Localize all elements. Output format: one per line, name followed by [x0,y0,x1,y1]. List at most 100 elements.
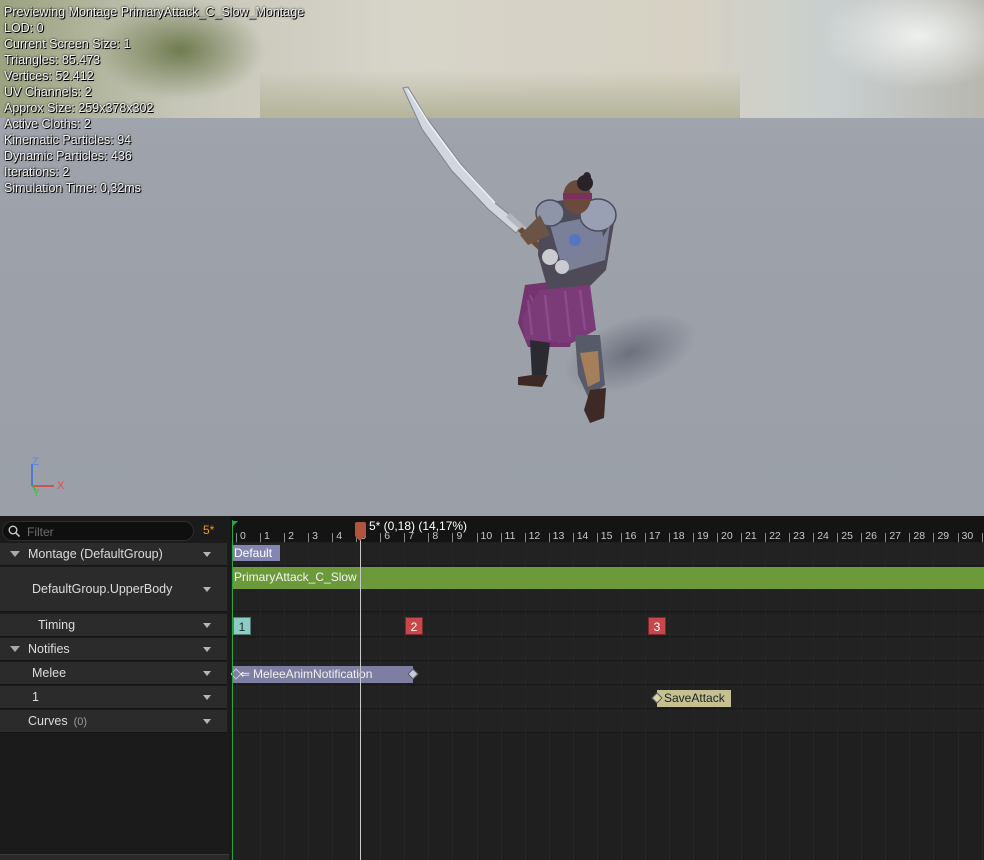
stat-kinematic-particles: Kinematic Particles: 94 [4,133,132,147]
track-label: Timing [38,618,76,632]
ruler-tick [404,533,406,542]
track-timing[interactable]: Timing [0,614,227,637]
ruler-tick [692,533,694,542]
chevron-down-icon[interactable] [203,623,211,628]
section-marker-2[interactable]: 2 [405,617,423,635]
ruler-tick-label: 0 [240,530,246,542]
ruler-tick [596,533,598,542]
stat-vertices: Vertices: 52.412 [4,69,94,83]
ruler-tick [260,533,262,542]
horizontal-scrollbar[interactable] [0,854,229,860]
warrior-character-model [402,86,617,423]
ruler-tick [741,533,743,542]
track-notify-1[interactable]: 1 [0,686,227,709]
stat-dynamic-particles: Dynamic Particles: 436 [4,149,132,163]
grid-line [548,542,550,860]
filter-input[interactable] [27,523,187,540]
ruler-tick-label: 2 [288,530,294,542]
start-range-marker[interactable] [232,521,238,527]
chevron-down-icon[interactable] [203,552,211,557]
grid-line [572,542,574,860]
ruler-tick-label: 11 [504,530,516,542]
ruler-tick-label: 25 [841,530,853,542]
notify-save-attack[interactable]: SaveAttack [651,690,731,707]
ruler-tick-label: 28 [913,530,926,542]
ruler-tick [717,533,718,542]
grid-line [981,542,983,860]
viewport-stats-overlay: Previewing Montage PrimaryAttack_C_Slow_… [4,4,304,196]
track-slot-upperbody[interactable]: DefaultGroup.UpperBody [0,567,227,612]
grid-line [332,542,334,860]
montage-sequencer: 5* Montage (DefaultGroup) DefaultGroup.U… [0,516,984,860]
time-ruler[interactable]: 0123456789101112131415161718192021222324… [231,516,984,542]
chevron-down-icon[interactable] [203,587,211,592]
stat-triangles: Triangles: 85.473 [4,53,101,67]
section-marker-3[interactable]: 3 [648,617,666,635]
distant-building [820,0,984,90]
ruler-tick-label: 24 [817,530,829,542]
track-label: Melee [32,666,67,680]
ruler-tick [524,533,526,542]
anim-segment[interactable]: PrimaryAttack_C_Slow [232,567,984,589]
ruler-tick [789,533,791,542]
grid-line [596,542,598,860]
collapse-arrow-icon[interactable] [10,551,20,557]
stat-simulation-time: Simulation Time: 0,32ms [4,181,141,195]
axis-y-label: Y [33,488,40,499]
ruler-tick-label: 4 [336,530,343,542]
expand-arrow-icon: ⇐ [240,667,251,681]
grid-line [933,542,935,860]
chevron-down-icon[interactable] [203,695,211,700]
ruler-tick-label: 1 [264,530,270,542]
track-notify-melee[interactable]: Melee [0,662,227,685]
grid-line [500,542,502,860]
playhead-handle[interactable] [355,522,366,541]
ruler-tick [500,533,502,542]
ruler-tick [765,533,767,542]
ruler-tick-label: 10 [480,530,493,542]
axis-gizmo: Z X Y [31,456,65,499]
grid-line [236,542,237,860]
track-label: Montage (DefaultGroup) [28,547,163,561]
notify-label: SaveAttack [664,691,725,705]
track-notifies[interactable]: Notifies [0,638,227,661]
preview-viewport[interactable]: Previewing Montage PrimaryAttack_C_Slow_… [0,0,984,516]
collapse-arrow-icon[interactable] [10,646,20,652]
search-icon [8,525,20,537]
grid-line [524,542,526,860]
ruler-tick-label: 17 [648,530,661,542]
ruler-tick-label: 22 [769,530,781,542]
ruler-tick-label: 14 [576,530,589,542]
chevron-down-icon[interactable] [203,647,211,652]
ruler-tick [476,533,478,542]
slot-name-tag[interactable]: Default [232,545,280,561]
playhead-line [360,526,361,860]
ruler-tick [452,533,454,542]
montage-band [231,543,984,566]
ruler-tick [644,533,646,542]
ruler-tick-label: 23 [793,530,805,542]
track-curves[interactable]: Curves (0) [0,710,227,733]
grid-line [428,542,430,860]
filter-box[interactable] [2,521,194,541]
timeline-panel[interactable]: 0123456789101112131415161718192021222324… [231,516,984,860]
ruler-tick [284,533,286,542]
ruler-tick [933,533,935,542]
notify-state-melee[interactable]: ⇐ MeleeAnimNotification [231,666,419,683]
ruler-tick-label: 29 [937,530,950,542]
axis-x-label: X [57,480,65,492]
stat-preview-title: Previewing Montage PrimaryAttack_C_Slow_… [4,5,305,19]
section-marker-1[interactable]: 1 [233,617,251,635]
curves-count: (0) [73,716,88,728]
grid-line [308,542,310,860]
ruler-tick [813,533,815,542]
track-list-panel: 5* Montage (DefaultGroup) DefaultGroup.U… [0,516,229,860]
grid-line [452,542,454,860]
frame-rate-label[interactable]: 5* [203,523,214,537]
stat-lod: LOD: 0 [4,21,44,35]
chevron-down-icon[interactable] [203,671,211,676]
chevron-down-icon[interactable] [203,719,211,724]
ruler-tick [668,533,670,542]
grid-line [620,542,622,860]
track-montage-group[interactable]: Montage (DefaultGroup) [0,543,227,566]
